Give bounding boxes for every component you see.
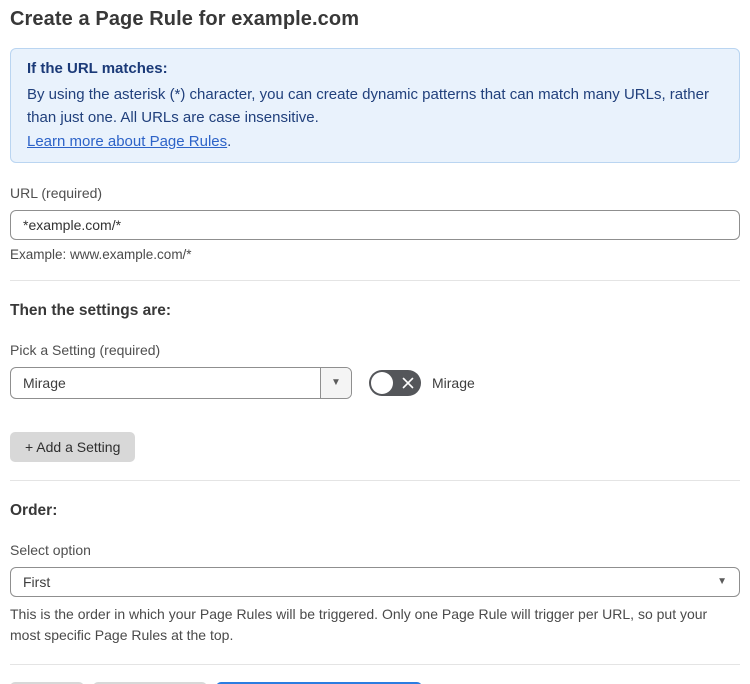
url-helper-text: Example: www.example.com/* [10,246,192,262]
toggle-off-x-icon [402,377,414,389]
order-select-value: First [23,573,51,590]
order-heading: Order: [10,501,58,519]
info-box-body: By using the asterisk (*) character, you… [27,86,709,127]
info-box-heading: If the URL matches: [27,60,168,77]
divider [10,279,740,281]
url-input[interactable] [10,209,740,240]
toggle-knob [371,371,393,394]
divider [10,479,740,481]
create-page-rule-form: Create a Page Rule for example.com If th… [0,0,750,684]
chevron-down-icon: ▼ [717,575,727,587]
settings-heading: Then the settings are: [10,301,172,319]
url-label: URL (required) [10,184,103,201]
setting-dropdown[interactable]: Mirage ▼ [10,366,352,399]
learn-more-link[interactable]: Learn more about Page Rules [27,133,227,150]
link-period: . [227,132,232,150]
order-select[interactable]: First ▼ [10,566,740,597]
divider [10,663,740,665]
url-match-info-box: If the URL matches: By using the asteris… [10,48,740,163]
setting-dropdown-arrow-button[interactable]: ▼ [320,367,351,398]
mirage-toggle[interactable] [369,369,421,396]
pick-setting-label: Pick a Setting (required) [10,341,161,358]
setting-dropdown-value: Mirage [23,374,66,391]
order-helper-text: This is the order in which your Page Rul… [10,605,708,643]
setting-row: Mirage ▼ Mirage [10,366,740,399]
page-title: Create a Page Rule for example.com [10,8,360,30]
toggle-setting-label: Mirage [432,374,475,391]
select-option-label: Select option [10,541,91,558]
chevron-down-icon: ▼ [331,376,341,388]
info-link-row: Learn more about Page Rules. [27,133,723,150]
add-setting-button[interactable]: + Add a Setting [10,431,136,462]
